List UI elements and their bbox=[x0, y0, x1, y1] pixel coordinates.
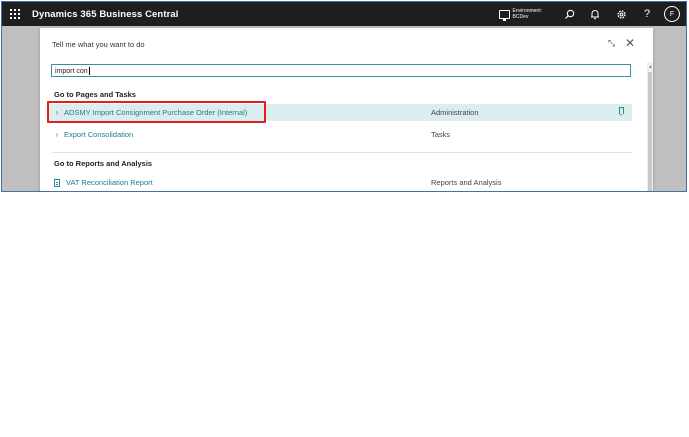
app-title: Dynamics 365 Business Central bbox=[32, 8, 179, 20]
top-bar: Dynamics 365 Business Central Environmen… bbox=[2, 2, 686, 26]
result-category: Tasks bbox=[431, 130, 451, 139]
avatar[interactable]: F bbox=[664, 6, 680, 22]
environment-icon bbox=[498, 9, 510, 21]
chevron-right-icon: › bbox=[55, 130, 59, 139]
bell-icon[interactable] bbox=[582, 2, 608, 26]
scroll-up-icon[interactable]: ▲ bbox=[648, 64, 653, 70]
help-icon[interactable]: ? bbox=[634, 2, 660, 26]
environment-name: BCDev bbox=[512, 14, 529, 20]
close-icon[interactable]: ✕ bbox=[625, 36, 635, 50]
report-icon bbox=[50, 178, 64, 187]
search-icon[interactable] bbox=[556, 2, 582, 26]
environment-indicator[interactable]: Environment: BCDev bbox=[498, 8, 542, 21]
dialog-title: Tell me what you want to do bbox=[52, 40, 145, 49]
gear-icon[interactable] bbox=[608, 2, 634, 26]
section-divider bbox=[52, 152, 632, 153]
result-category: Reports and Analysis bbox=[431, 178, 502, 187]
result-row-pages-1[interactable]: › Export Consolidation Tasks bbox=[47, 126, 632, 143]
scrollbar-thumb[interactable] bbox=[648, 72, 652, 191]
app-window: Dynamics 365 Business Central Environmen… bbox=[1, 1, 687, 192]
result-link[interactable]: Export Consolidation bbox=[64, 130, 133, 139]
bookmark-icon[interactable] bbox=[619, 107, 624, 116]
section-title-reports: Go to Reports and Analysis bbox=[54, 159, 153, 168]
section-title-pages: Go to Pages and Tasks bbox=[54, 90, 136, 99]
result-row-reports-0[interactable]: VAT Reconciliation Report Reports and An… bbox=[47, 174, 632, 191]
result-link[interactable]: VAT Reconciliation Report bbox=[66, 178, 153, 187]
tell-me-dialog: Tell me what you want to do ⤡ ✕ import c… bbox=[40, 28, 653, 191]
result-category: Administration bbox=[431, 108, 479, 117]
text-caret bbox=[88, 67, 90, 75]
top-bar-actions: Environment: BCDev ? F bbox=[498, 2, 680, 26]
scrollbar[interactable]: ▲ bbox=[647, 62, 653, 191]
search-input-value: import con bbox=[55, 67, 88, 75]
highlight-annotation bbox=[47, 101, 266, 123]
collapse-icon[interactable]: ⤡ bbox=[608, 38, 615, 49]
waffle-icon[interactable] bbox=[2, 2, 28, 26]
search-input[interactable]: import con bbox=[51, 64, 631, 77]
